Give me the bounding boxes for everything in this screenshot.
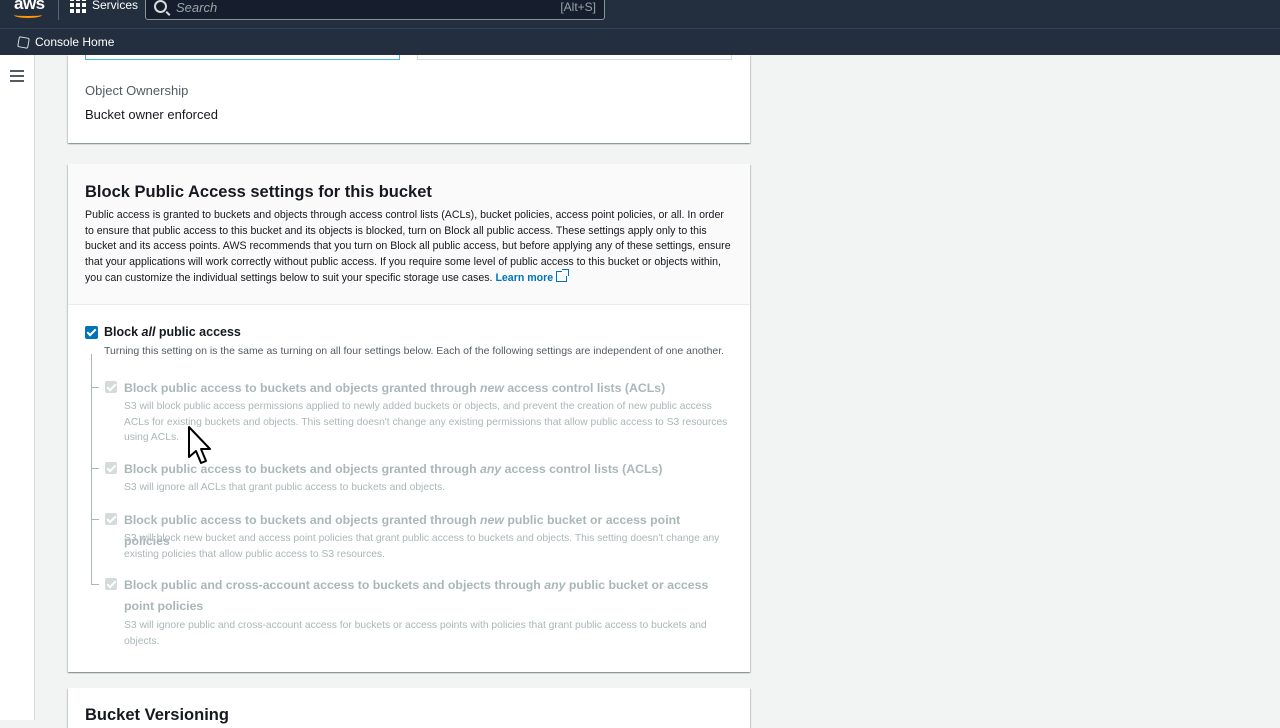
setting-block-new-acls-title: Block public access to buckets and objec… bbox=[124, 381, 666, 395]
external-link-icon bbox=[556, 268, 570, 282]
setting-block-any-policies-title: Block public and cross-account access to… bbox=[124, 578, 709, 613]
object-ownership-label: Object Ownership bbox=[85, 83, 189, 98]
block-public-access-description-text: Public access is granted to buckets and … bbox=[85, 209, 731, 284]
hamburger-menu-icon[interactable] bbox=[10, 70, 24, 85]
learn-more-link[interactable]: Learn more bbox=[495, 268, 570, 284]
object-ownership-panel: Object Ownership Bucket owner enforced bbox=[68, 55, 750, 143]
tree-branch bbox=[91, 387, 99, 388]
setting-block-any-acls-checkbox[interactable] bbox=[105, 462, 117, 474]
services-menu-button[interactable]: Services bbox=[70, 0, 138, 13]
block-all-public-access-checkbox-row[interactable]: Block all public access bbox=[85, 325, 241, 339]
search-shortcut-hint: [Alt+S] bbox=[560, 0, 596, 14]
search-icon bbox=[154, 0, 167, 13]
block-all-public-access-checkbox[interactable] bbox=[85, 325, 98, 339]
services-label: Services bbox=[92, 0, 139, 12]
setting-block-any-acls-title: Block public access to buckets and objec… bbox=[124, 462, 663, 476]
block-all-public-access-label: Block all public access bbox=[104, 325, 241, 339]
block-public-access-description: Public access is granted to buckets and … bbox=[85, 208, 735, 287]
setting-block-any-policies-description: S3 will ignore public and cross-account … bbox=[124, 620, 707, 647]
tree-branch bbox=[91, 519, 99, 520]
block-public-access-header: Block Public Access settings for this bu… bbox=[68, 164, 750, 305]
ownership-option-card-acls-enabled[interactable] bbox=[417, 55, 732, 60]
setting-block-new-policies-checkbox[interactable] bbox=[105, 513, 117, 525]
search-placeholder: Search bbox=[176, 0, 218, 15]
setting-block-new-policies-description: S3 will block new bucket and access poin… bbox=[124, 533, 720, 560]
object-ownership-value: Bucket owner enforced bbox=[85, 107, 218, 122]
tree-branch bbox=[91, 584, 99, 585]
grid-icon bbox=[70, 0, 86, 13]
side-navigation-rail bbox=[0, 55, 35, 720]
setting-block-new-acls-checkbox[interactable] bbox=[105, 381, 117, 393]
settings-tree-line bbox=[91, 354, 92, 584]
block-public-access-title: Block Public Access settings for this bu… bbox=[85, 183, 432, 201]
nav-divider bbox=[58, 0, 59, 20]
console-home-link[interactable]: Console Home bbox=[35, 35, 114, 49]
setting-block-any-policies-checkbox[interactable] bbox=[105, 578, 117, 590]
tree-branch bbox=[91, 468, 99, 469]
bucket-versioning-panel: Bucket Versioning bbox=[68, 688, 750, 728]
top-navigation-bar: aws Services Search [Alt+S] bbox=[0, 0, 1280, 28]
bucket-versioning-title: Bucket Versioning bbox=[85, 706, 229, 724]
setting-block-any-acls-description: S3 will ignore all ACLs that grant publi… bbox=[124, 482, 446, 493]
mouse-pointer-icon bbox=[188, 426, 211, 464]
search-input[interactable]: Search [Alt+S] bbox=[145, 0, 605, 20]
aws-logo-smile-icon bbox=[14, 12, 42, 18]
setting-block-new-acls-description: S3 will block public access permissions … bbox=[124, 401, 728, 443]
block-public-access-panel: Block Public Access settings for this bu… bbox=[68, 164, 750, 672]
console-home-icon bbox=[17, 35, 30, 49]
ownership-option-card-acls-disabled[interactable] bbox=[85, 55, 400, 60]
favorites-bar: Console Home bbox=[0, 28, 1280, 55]
block-all-public-access-description: Turning this setting on is the same as t… bbox=[104, 345, 725, 357]
